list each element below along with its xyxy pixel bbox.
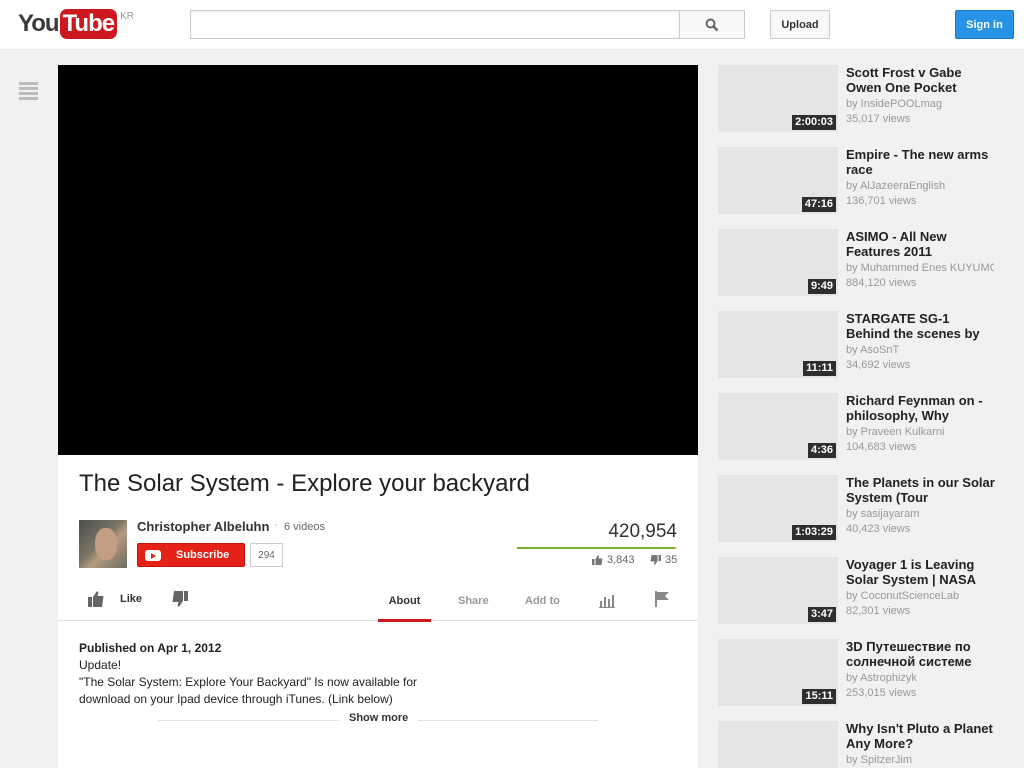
subscribe-label: Subscribe bbox=[176, 549, 230, 561]
related-video-item[interactable]: 9:49 ASIMO - All New Features 2011 by Mu… bbox=[718, 229, 1008, 297]
description-line: download on your Ipad device through iTu… bbox=[79, 692, 393, 706]
sign-in-button[interactable]: Sign in bbox=[955, 10, 1014, 39]
related-video-views: 40,423 views bbox=[846, 523, 911, 535]
video-duration: 15:11 bbox=[802, 689, 836, 704]
tab-share[interactable]: Share bbox=[458, 595, 489, 607]
video-player[interactable] bbox=[58, 65, 698, 455]
video-description: Published on Apr 1, 2012 Update! "The So… bbox=[79, 640, 499, 708]
video-duration: 1:03:29 bbox=[792, 525, 836, 540]
video-thumbnail[interactable]: 4:36 bbox=[718, 393, 838, 460]
channel-avatar[interactable] bbox=[79, 520, 127, 568]
like-count: 3,843 bbox=[592, 554, 635, 566]
related-video-title[interactable]: Empire - The new arms race bbox=[846, 147, 996, 177]
video-thumbnail[interactable]: 15:11 bbox=[718, 639, 838, 706]
related-video-views: 884,120 views bbox=[846, 277, 917, 289]
description-line: Update! bbox=[79, 658, 122, 672]
separator-dot: · bbox=[274, 519, 278, 531]
related-video-title[interactable]: Richard Feynman on - philosophy, Why bbox=[846, 393, 996, 423]
tab-add-to[interactable]: Add to bbox=[525, 595, 560, 607]
guide-menu-icon[interactable] bbox=[19, 82, 38, 100]
related-video-channel: by AlJazeeraEnglish bbox=[846, 180, 946, 192]
related-video-channel: by Praveen Kulkarni bbox=[846, 426, 945, 438]
subscribe-button[interactable]: Subscribe bbox=[137, 543, 245, 567]
related-video-views: 35,017 views bbox=[846, 113, 911, 125]
related-video-item[interactable]: 15:11 3D Путешествие по солнечной систем… bbox=[718, 639, 1008, 707]
related-video-channel: by AsoSnT bbox=[846, 344, 900, 356]
masthead: You Tube KR Upload Sign in bbox=[0, 0, 1024, 50]
search-input[interactable] bbox=[190, 10, 680, 39]
action-bar: Like About Share Add to bbox=[58, 583, 698, 622]
related-video-title[interactable]: The Planets in our Solar System (Tour bbox=[846, 475, 996, 505]
channel-video-count[interactable]: 6 videos bbox=[284, 521, 325, 533]
like-button-label: Like bbox=[120, 593, 143, 605]
subscriber-count: 294 bbox=[250, 543, 283, 567]
related-video-channel: by Astrophizyk bbox=[846, 672, 917, 684]
show-more-button[interactable]: Show more bbox=[339, 712, 419, 724]
related-video-title[interactable]: STARGATE SG-1 Behind the scenes by bbox=[846, 311, 996, 341]
related-video-item[interactable]: Why Isn't Pluto a Planet Any More? by Sp… bbox=[718, 721, 1008, 768]
dislike-button[interactable] bbox=[172, 591, 188, 612]
search-icon bbox=[705, 18, 719, 31]
dislike-count: 35 bbox=[650, 554, 677, 566]
related-video-title[interactable]: ASIMO - All New Features 2011 bbox=[846, 229, 996, 259]
statistics-icon[interactable] bbox=[599, 592, 615, 608]
video-duration: 47:16 bbox=[801, 197, 836, 212]
youtube-play-icon bbox=[145, 549, 161, 561]
related-video-views: 136,701 views bbox=[846, 195, 917, 207]
video-thumbnail[interactable] bbox=[718, 721, 838, 768]
video-thumbnail[interactable]: 11:11 bbox=[718, 311, 838, 378]
view-count: 420,954 bbox=[608, 521, 677, 542]
published-date: Published on Apr 1, 2012 bbox=[79, 641, 222, 655]
related-video-item[interactable]: 11:11 STARGATE SG-1 Behind the scenes by… bbox=[718, 311, 1008, 379]
related-video-item[interactable]: 47:16 Empire - The new arms race by AlJa… bbox=[718, 147, 1008, 215]
related-video-channel: by SpitzerJim bbox=[846, 754, 913, 766]
search-button[interactable] bbox=[679, 10, 745, 39]
related-video-title[interactable]: Why Isn't Pluto a Planet Any More? bbox=[846, 721, 996, 751]
dislike-count-value: 35 bbox=[665, 554, 678, 566]
channel-name-link[interactable]: Christopher Albeluhn bbox=[137, 519, 269, 534]
like-ratio-bar bbox=[517, 547, 677, 549]
related-video-channel: by sasijayaram bbox=[846, 508, 920, 520]
region-code: KR bbox=[120, 11, 134, 22]
thumbs-down-icon bbox=[650, 555, 661, 565]
video-thumbnail[interactable]: 9:49 bbox=[718, 229, 838, 296]
video-thumbnail[interactable]: 1:03:29 bbox=[718, 475, 838, 542]
related-video-views: 104,683 views bbox=[846, 441, 917, 453]
like-count-value: 3,843 bbox=[607, 554, 635, 566]
related-video-item[interactable]: 3:47 Voyager 1 is Leaving Solar System |… bbox=[718, 557, 1008, 625]
like-button[interactable]: Like bbox=[88, 591, 142, 607]
thumbs-up-icon bbox=[88, 591, 104, 607]
related-video-item[interactable]: 2:00:03 Scott Frost v Gabe Owen One Pock… bbox=[718, 65, 1008, 133]
thumbs-up-icon bbox=[592, 555, 603, 565]
video-thumbnail[interactable]: 47:16 bbox=[718, 147, 838, 214]
video-info-card: The Solar System - Explore your backyard… bbox=[58, 455, 698, 768]
flag-icon[interactable] bbox=[654, 591, 670, 607]
related-video-views: 82,301 views bbox=[846, 605, 911, 617]
related-video-channel: by Muhammed Enes KUYUMCU bbox=[846, 262, 994, 274]
related-video-views: 34,692 views bbox=[846, 359, 911, 371]
description-line: "The Solar System: Explore Your Backyard… bbox=[79, 675, 418, 689]
tab-about[interactable]: About bbox=[378, 595, 431, 622]
related-video-channel: by CoconutScienceLab bbox=[846, 590, 960, 602]
video-duration: 2:00:03 bbox=[792, 115, 836, 130]
video-duration: 3:47 bbox=[807, 607, 836, 622]
related-video-title[interactable]: Voyager 1 is Leaving Solar System | NASA bbox=[846, 557, 996, 587]
related-video-channel: by InsidePOOLmag bbox=[846, 98, 942, 110]
related-video-views: 253,015 views bbox=[846, 687, 917, 699]
logo-you: You bbox=[18, 10, 60, 37]
related-video-title[interactable]: Scott Frost v Gabe Owen One Pocket bbox=[846, 65, 996, 95]
youtube-logo[interactable]: You Tube KR bbox=[18, 9, 134, 39]
logo-tube: Tube bbox=[59, 9, 118, 39]
related-video-item[interactable]: 1:03:29 The Planets in our Solar System … bbox=[718, 475, 1008, 543]
related-video-title[interactable]: 3D Путешествие по солнечной системе bbox=[846, 639, 996, 669]
video-title: The Solar System - Explore your backyard bbox=[79, 470, 530, 497]
video-thumbnail[interactable]: 2:00:03 bbox=[718, 65, 838, 132]
upload-button[interactable]: Upload bbox=[770, 10, 830, 39]
video-duration: 4:36 bbox=[807, 443, 836, 458]
thumbs-down-icon bbox=[172, 591, 188, 607]
video-thumbnail[interactable]: 3:47 bbox=[718, 557, 838, 624]
video-duration: 11:11 bbox=[803, 361, 836, 376]
video-duration: 9:49 bbox=[807, 279, 836, 294]
related-video-item[interactable]: 4:36 Richard Feynman on - philosophy, Wh… bbox=[718, 393, 1008, 461]
